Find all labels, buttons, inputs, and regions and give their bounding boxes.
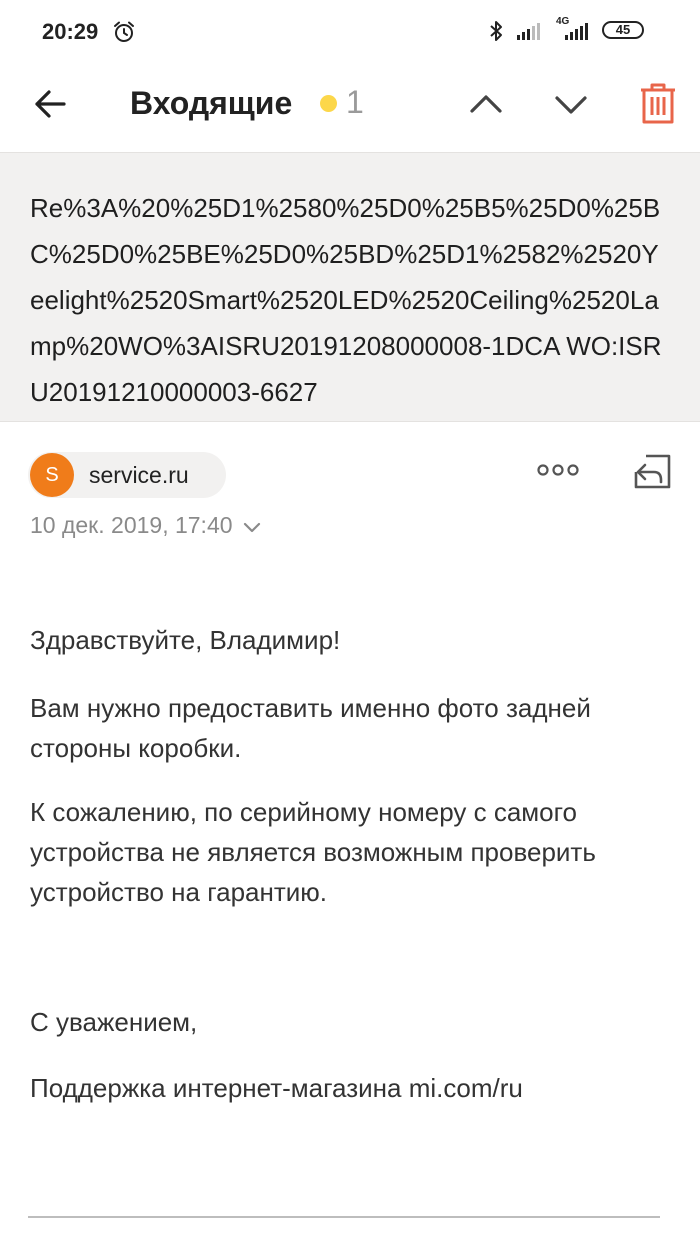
alarm-clock-icon: [112, 20, 136, 49]
email-subject: Re%3A%20%25D1%2580%25D0%25B5%25D0%25BC%2…: [30, 193, 662, 407]
email-date[interactable]: 10 дек. 2019, 17:40: [30, 512, 261, 539]
body-closing: С уважением,: [30, 1007, 198, 1037]
status-time: 20:29: [42, 19, 99, 44]
body-paragraph: К сожалению, по серийному номеру с самог…: [30, 797, 596, 907]
reply-icon[interactable]: [632, 450, 674, 497]
chevron-down-icon[interactable]: [551, 84, 591, 129]
unread-indicator-dot: [320, 95, 337, 112]
body-greeting: Здравствуйте, Владимир!: [30, 625, 341, 655]
body-paragraph: Вам нужно предоставить именно фото задне…: [30, 693, 591, 763]
trash-icon[interactable]: [638, 82, 678, 131]
unread-count: 1: [346, 84, 364, 120]
signal-strength-icon: [516, 22, 542, 45]
sender-chip[interactable]: S service.ru: [28, 452, 226, 498]
app-bar: Входящие 1: [0, 64, 700, 152]
sender-name: service.ru: [89, 462, 189, 488]
more-options-icon[interactable]: [537, 462, 579, 483]
date-text: 10 дек. 2019, 17:40: [30, 512, 233, 538]
bluetooth-icon: [488, 20, 504, 47]
folder-title: Входящие: [130, 85, 293, 121]
divider: [28, 1216, 660, 1218]
body-signature: Поддержка интернет-магазина mi.com/ru: [30, 1073, 523, 1103]
subject-panel: Re%3A%20%25D1%2580%25D0%25B5%25D0%25BC%2…: [0, 152, 700, 422]
battery-icon: 45: [602, 21, 644, 39]
back-arrow-icon[interactable]: [32, 86, 68, 127]
status-bar: 20:29 4G 45: [0, 0, 700, 64]
avatar: S: [30, 453, 74, 497]
chevron-up-icon[interactable]: [466, 84, 506, 129]
chevron-down-icon: [243, 522, 261, 533]
signal-strength-icon: [560, 22, 590, 45]
